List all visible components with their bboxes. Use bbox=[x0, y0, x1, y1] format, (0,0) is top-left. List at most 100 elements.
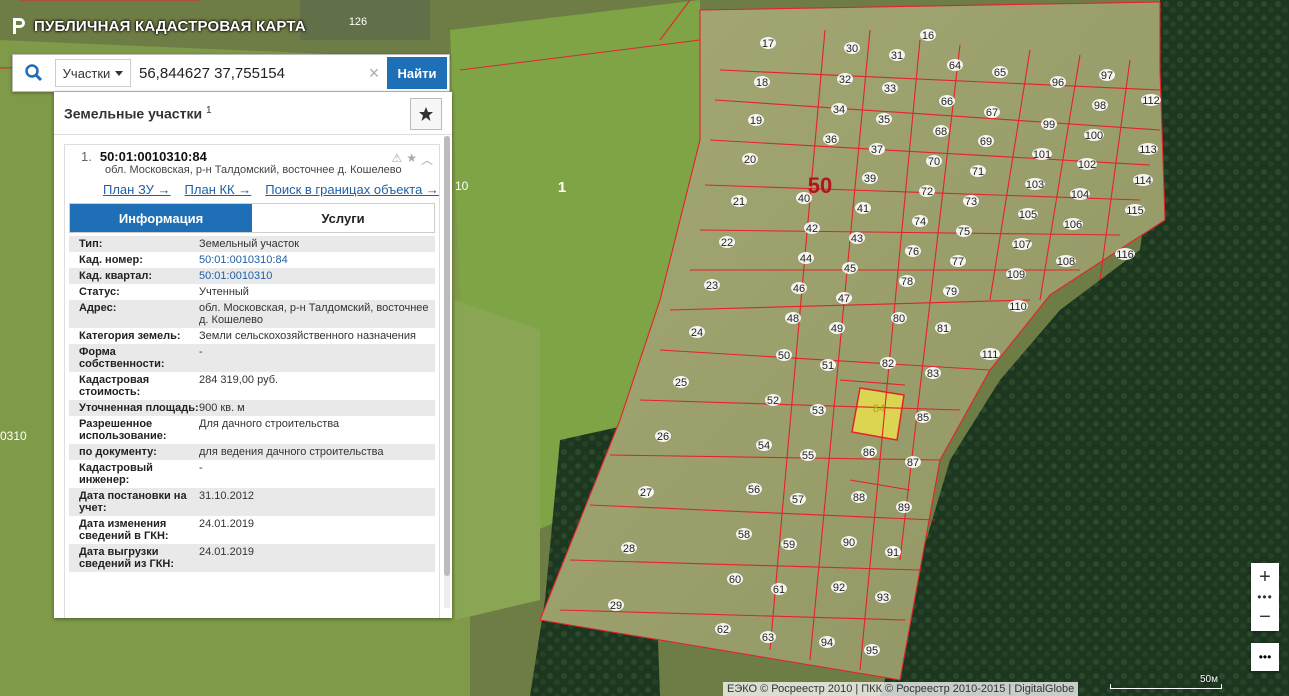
parcel-label[interactable]: 105 bbox=[1018, 208, 1038, 221]
parcel-label[interactable]: 77 bbox=[950, 255, 966, 268]
parcel-label[interactable]: 91 bbox=[885, 546, 901, 559]
parcel-label[interactable]: 74 bbox=[912, 215, 928, 228]
parcel-label[interactable]: 68 bbox=[933, 125, 949, 138]
parcel-label[interactable]: 18 bbox=[754, 76, 770, 89]
parcel-label[interactable]: 33 bbox=[882, 82, 898, 95]
parcel-label[interactable]: 83 bbox=[925, 367, 941, 380]
warning-icon[interactable]: ⚠ bbox=[391, 151, 402, 168]
parcel-label[interactable]: 80 bbox=[891, 312, 907, 325]
parcel-label[interactable]: 110 bbox=[1008, 300, 1028, 313]
parcel-label[interactable]: 92 bbox=[831, 581, 847, 594]
parcel-label[interactable]: 61 bbox=[771, 583, 787, 596]
parcel-label[interactable]: 44 bbox=[798, 252, 814, 265]
parcel-label[interactable]: 99 bbox=[1041, 118, 1057, 131]
parcel-label[interactable]: 42 bbox=[804, 222, 820, 235]
property-value[interactable]: 50:01:0010310 bbox=[199, 270, 435, 282]
parcel-label[interactable]: 95 bbox=[864, 644, 880, 657]
clear-icon[interactable]: × bbox=[363, 55, 385, 91]
parcel-label[interactable]: 20 bbox=[742, 153, 758, 166]
plan-zu-link[interactable]: План ЗУ → bbox=[103, 182, 171, 197]
property-value[interactable]: 50:01:0010310:84 bbox=[199, 254, 435, 266]
parcel-label[interactable]: 49 bbox=[829, 322, 845, 335]
plan-kk-link[interactable]: План КК → bbox=[185, 182, 252, 197]
parcel-label[interactable]: 23 bbox=[704, 279, 720, 292]
parcel-label[interactable]: 59 bbox=[781, 538, 797, 551]
parcel-label[interactable]: 82 bbox=[880, 357, 896, 370]
parcel-label[interactable]: 36 bbox=[823, 133, 839, 146]
parcel-label[interactable]: 79 bbox=[943, 285, 959, 298]
parcel-label[interactable]: 57 bbox=[790, 493, 806, 506]
parcel-label[interactable]: 71 bbox=[970, 165, 986, 178]
more-button[interactable]: ••• bbox=[1251, 643, 1279, 671]
parcel-label[interactable]: 48 bbox=[785, 312, 801, 325]
tab-info[interactable]: Информация bbox=[70, 204, 252, 232]
parcel-label[interactable]: 30 bbox=[844, 42, 860, 55]
parcel-label[interactable]: 27 bbox=[638, 486, 654, 499]
parcel-label[interactable]: 47 bbox=[836, 292, 852, 305]
parcel-label[interactable]: 106 bbox=[1063, 218, 1083, 231]
parcel-label[interactable]: 39 bbox=[862, 172, 878, 185]
parcel-label[interactable]: 16 bbox=[920, 29, 936, 42]
parcel-label[interactable]: 90 bbox=[841, 536, 857, 549]
parcel-label[interactable]: 25 bbox=[673, 376, 689, 389]
parcel-label[interactable]: 112 bbox=[1141, 94, 1161, 107]
parcel-label[interactable]: 22 bbox=[719, 236, 735, 249]
find-button[interactable]: Найти bbox=[387, 57, 447, 89]
parcel-label[interactable]: 102 bbox=[1077, 158, 1097, 171]
parcel-label[interactable]: 52 bbox=[765, 394, 781, 407]
parcel-label[interactable]: 94 bbox=[819, 636, 835, 649]
parcel-label[interactable]: 111 bbox=[980, 348, 1000, 361]
parcel-label[interactable]: 86 bbox=[861, 446, 877, 459]
parcel-label[interactable]: 97 bbox=[1099, 69, 1115, 82]
parcel-label[interactable]: 50 bbox=[776, 349, 792, 362]
parcel-label[interactable]: 114 bbox=[1133, 174, 1153, 187]
parcel-label[interactable]: 84 bbox=[871, 402, 887, 415]
parcel-label[interactable]: 103 bbox=[1025, 178, 1045, 191]
parcel-label[interactable]: 54 bbox=[756, 439, 772, 452]
result-heading[interactable]: 1. 50:01:0010310:84 bbox=[81, 149, 439, 164]
parcel-label[interactable]: 29 bbox=[608, 599, 624, 612]
parcel-label[interactable]: 96 bbox=[1050, 76, 1066, 89]
parcel-label[interactable]: 45 bbox=[842, 262, 858, 275]
parcel-label[interactable]: 53 bbox=[810, 404, 826, 417]
parcel-label[interactable]: 51 bbox=[820, 359, 836, 372]
app-title[interactable]: ПУБЛИЧНАЯ КАДАСТРОВАЯ КАРТА bbox=[10, 16, 306, 36]
scrollbar-thumb[interactable] bbox=[444, 136, 450, 576]
parcel-label[interactable]: 81 bbox=[935, 322, 951, 335]
parcel-label[interactable]: 60 bbox=[727, 573, 743, 586]
parcel-label[interactable]: 85 bbox=[915, 411, 931, 424]
parcel-label[interactable]: 73 bbox=[963, 195, 979, 208]
parcel-label[interactable]: 76 bbox=[905, 245, 921, 258]
parcel-label[interactable]: 113 bbox=[1138, 143, 1158, 156]
parcel-label[interactable]: 93 bbox=[875, 591, 891, 604]
parcel-label[interactable]: 58 bbox=[736, 528, 752, 541]
parcel-label[interactable]: 67 bbox=[984, 106, 1000, 119]
parcel-label[interactable]: 63 bbox=[760, 631, 776, 644]
parcel-label[interactable]: 19 bbox=[748, 114, 764, 127]
parcel-label[interactable]: 32 bbox=[837, 73, 853, 86]
parcel-label[interactable]: 56 bbox=[746, 483, 762, 496]
parcel-label[interactable]: 100 bbox=[1084, 129, 1104, 142]
parcel-label[interactable]: 26 bbox=[655, 430, 671, 443]
parcel-label[interactable]: 34 bbox=[831, 103, 847, 116]
parcel-label[interactable]: 17 bbox=[760, 37, 776, 50]
parcel-label[interactable]: 109 bbox=[1006, 268, 1026, 281]
parcel-label[interactable]: 104 bbox=[1070, 188, 1090, 201]
parcel-label[interactable]: 37 bbox=[869, 143, 885, 156]
search-input[interactable] bbox=[131, 55, 363, 91]
parcel-label[interactable]: 46 bbox=[791, 282, 807, 295]
parcel-label[interactable]: 43 bbox=[849, 232, 865, 245]
parcel-label[interactable]: 65 bbox=[992, 66, 1008, 79]
zoom-in-button[interactable]: + bbox=[1251, 563, 1279, 591]
parcel-label[interactable]: 64 bbox=[947, 59, 963, 72]
search-icon[interactable] bbox=[13, 55, 55, 91]
search-in-bounds-link[interactable]: Поиск в границах объекта → bbox=[265, 182, 439, 197]
search-type-dropdown[interactable]: Участки bbox=[55, 59, 131, 87]
parcel-label[interactable]: 78 bbox=[899, 275, 915, 288]
parcel-label[interactable]: 107 bbox=[1012, 238, 1032, 251]
favorites-button[interactable] bbox=[410, 98, 442, 130]
parcel-label[interactable]: 70 bbox=[926, 155, 942, 168]
parcel-label[interactable]: 55 bbox=[800, 449, 816, 462]
tab-services[interactable]: Услуги bbox=[252, 204, 434, 232]
parcel-label[interactable]: 35 bbox=[876, 113, 892, 126]
